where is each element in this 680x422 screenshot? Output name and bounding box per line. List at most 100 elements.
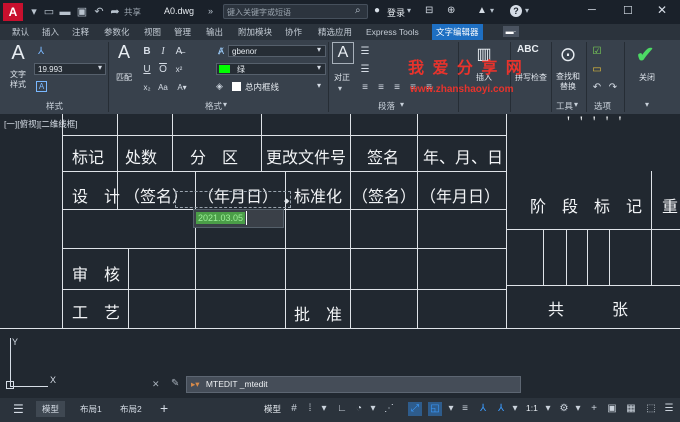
grid-icon[interactable]: # xyxy=(287,402,301,416)
strikethrough-button[interactable]: A̶ xyxy=(172,45,186,58)
annotation-scale-button[interactable]: 1:1 xyxy=(526,403,538,413)
text-style-icon[interactable]: A xyxy=(6,42,30,65)
cart-icon[interactable]: ⊟ xyxy=(425,5,433,16)
match-format-button[interactable]: 匹配 xyxy=(112,72,136,83)
search-input[interactable]: 键入关键字或短语 xyxy=(223,4,368,19)
ortho-icon[interactable]: ∟ xyxy=(335,402,349,416)
isolate-icon[interactable]: ▣ xyxy=(605,402,619,416)
italic-button[interactable]: I xyxy=(156,45,170,58)
overline-button[interactable]: O xyxy=(156,63,170,76)
align-center-button[interactable]: ≡ xyxy=(374,81,388,94)
chevron-down-icon[interactable]: ▾ xyxy=(574,100,578,109)
object-snap-tracking-icon[interactable]: ⤢ xyxy=(408,402,422,416)
checkmark-icon[interactable]: ✔ xyxy=(636,42,654,68)
hardware-acceleration-icon[interactable]: ▦ xyxy=(624,402,638,416)
login-link[interactable]: 登录 xyxy=(387,6,405,19)
chevron-down-icon[interactable]: ▾ xyxy=(541,402,555,416)
change-case-button[interactable]: Aa xyxy=(156,81,170,94)
chevron-down-icon[interactable]: ▾ xyxy=(645,100,649,109)
user-icon[interactable]: ● xyxy=(374,5,380,16)
close-icon[interactable]: ✕ xyxy=(152,379,160,390)
ruler-icon[interactable]: ▭ xyxy=(590,63,604,76)
justification-button[interactable]: 对正 xyxy=(330,72,354,83)
close-text-editor-button[interactable]: 关闭 xyxy=(632,72,662,83)
tab-output[interactable]: 输出 xyxy=(206,24,223,40)
options-checkbox-icon[interactable]: ☑ xyxy=(590,45,604,58)
autodesk-icon[interactable]: ▲ xyxy=(477,5,487,16)
tab-view[interactable]: 视图 xyxy=(144,24,161,40)
polar-icon[interactable]: ◔ xyxy=(352,402,366,416)
chevron-down-icon[interactable]: ▾ xyxy=(508,402,522,416)
auto-scale-icon[interactable]: ⅄ xyxy=(494,402,508,416)
plus-icon[interactable]: + xyxy=(587,402,601,416)
login-dropdown-icon[interactable]: ▾ xyxy=(407,6,411,15)
chevron-down-icon[interactable]: ▾ xyxy=(400,100,404,109)
underline-button[interactable]: U xyxy=(140,63,154,76)
font-select[interactable]: gbenor xyxy=(228,45,326,57)
mask-checkbox[interactable] xyxy=(232,82,241,91)
maximize-icon[interactable]: ☐ xyxy=(623,4,633,17)
search-icon[interactable]: ⌕ xyxy=(355,5,361,16)
align-left-button[interactable]: ≡ xyxy=(358,81,372,94)
resize-handle-icon[interactable]: ◆ xyxy=(284,197,289,205)
chevron-down-icon[interactable]: ▾ xyxy=(317,81,321,90)
chevron-right-icon[interactable]: » xyxy=(208,6,213,16)
help-icon[interactable]: ? xyxy=(510,5,522,17)
text-height-field[interactable]: 19.993 xyxy=(34,63,106,75)
menu-icon[interactable]: ☰ xyxy=(13,402,24,416)
chevron-down-icon[interactable]: ▾ xyxy=(317,63,321,72)
bold-button[interactable]: B xyxy=(140,45,154,58)
find-replace-button[interactable]: 查找和 替换 xyxy=(553,72,583,92)
gear-icon[interactable]: ⚙ xyxy=(557,402,571,416)
tab-manage[interactable]: 管理 xyxy=(174,24,191,40)
minimize-icon[interactable]: ─ xyxy=(588,4,596,16)
bullets-numbering-button[interactable]: ☰ xyxy=(358,45,372,58)
background-mask-icon[interactable]: ◈ xyxy=(216,81,223,92)
open-folder-icon[interactable]: ▬ xyxy=(58,5,72,19)
chevron-down-icon[interactable]: ▾ xyxy=(366,402,380,416)
chevron-down-icon[interactable]: ▾ xyxy=(223,100,227,109)
tab-express-tools[interactable]: Express Tools xyxy=(366,24,419,40)
viewport-controls[interactable]: [一][俯视][二维线框] xyxy=(4,118,78,130)
color-select[interactable]: 绿 xyxy=(216,63,326,75)
customize-icon[interactable]: ☰ xyxy=(662,402,676,416)
annotation-visibility-icon[interactable]: ⅄ xyxy=(476,402,490,416)
share-label[interactable]: 共享 xyxy=(124,6,141,18)
layout-tab-model[interactable]: 模型 xyxy=(36,401,66,417)
close-icon[interactable]: ✕ xyxy=(657,3,667,17)
chevron-down-icon[interactable]: ▾ xyxy=(490,6,494,15)
isodraft-icon[interactable]: ⋰ xyxy=(382,402,396,416)
undo-icon[interactable]: ↶ xyxy=(92,5,106,19)
lineweight-icon[interactable]: ≡ xyxy=(458,402,472,416)
subscript-button[interactable]: x₂ xyxy=(140,81,154,94)
layout-tab-1[interactable]: 布局1 xyxy=(74,401,108,417)
command-line[interactable]: ▸▾ MTEDIT _mtedit xyxy=(186,376,521,393)
tab-addins[interactable]: 附加模块 xyxy=(238,24,272,40)
align-right-button[interactable]: ≡ xyxy=(390,81,404,94)
stack-button[interactable]: x² xyxy=(172,63,186,76)
find-replace-icon[interactable]: ⊙ xyxy=(556,42,580,67)
tab-featured-apps[interactable]: 精选应用 xyxy=(318,24,352,40)
mtext-editor-frame[interactable] xyxy=(175,191,291,208)
chevron-down-icon[interactable]: ▾ xyxy=(317,45,321,54)
tab-default[interactable]: 默认 xyxy=(12,24,29,40)
ribbon-state-toggle[interactable]: ▬· xyxy=(503,26,519,37)
model-space-button[interactable]: 模型 xyxy=(264,403,281,415)
clear-format-icon[interactable]: A▾ xyxy=(175,81,189,94)
snap-icon[interactable]: ⁞ xyxy=(303,402,317,416)
share-icon[interactable]: ➦ xyxy=(108,5,122,19)
undo-icon[interactable]: ↶ xyxy=(590,81,604,94)
settings-wrench-icon[interactable]: ✎ xyxy=(171,378,179,389)
annotative-toggle[interactable]: A xyxy=(36,81,47,92)
add-layout-icon[interactable]: + xyxy=(160,400,168,416)
chevron-down-icon[interactable]: ▾ xyxy=(444,402,458,416)
match-format-icon[interactable]: A xyxy=(114,42,134,63)
text-style-button[interactable]: 文字 样式 xyxy=(4,70,32,90)
object-snap-icon[interactable]: ◱ xyxy=(428,402,442,416)
tab-parametric[interactable]: 参数化 xyxy=(104,24,130,40)
chevron-down-icon[interactable]: ▾ xyxy=(98,63,102,72)
layout-tab-2[interactable]: 布局2 xyxy=(114,401,148,417)
justification-icon[interactable]: A xyxy=(332,42,354,64)
annotative-icon[interactable]: ⅄ xyxy=(38,46,44,57)
tab-text-editor[interactable]: 文字编辑器 xyxy=(432,24,483,40)
